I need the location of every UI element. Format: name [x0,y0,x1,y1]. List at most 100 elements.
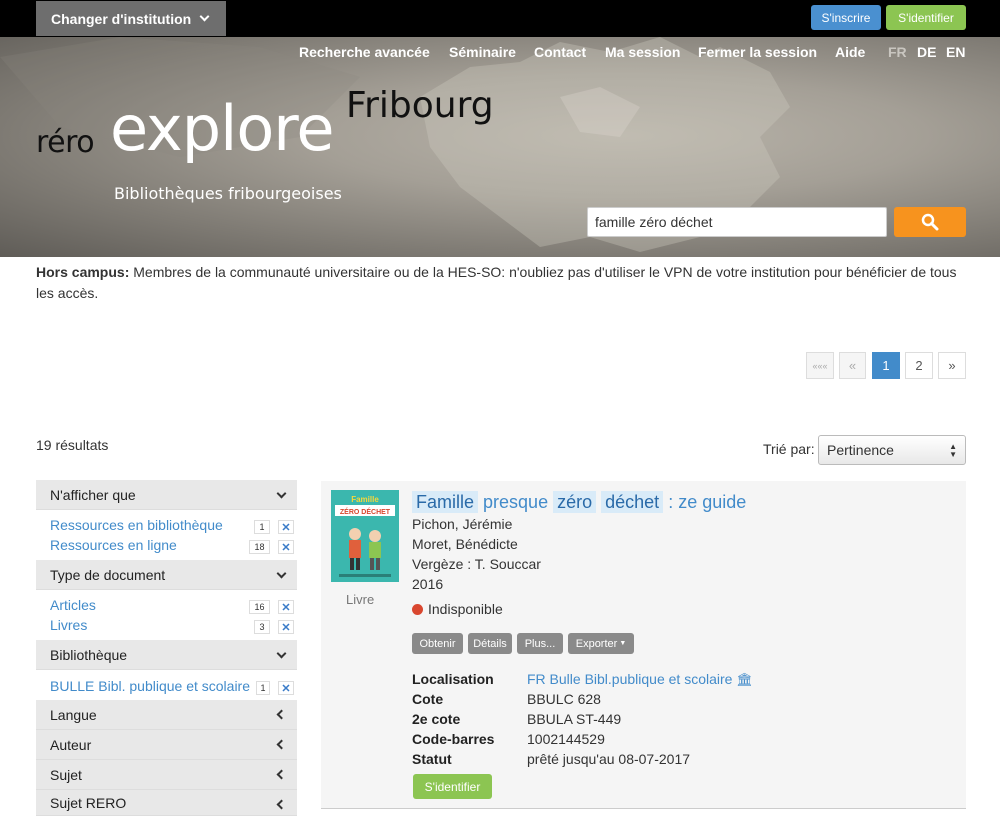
lang-fr[interactable]: FR [888,44,907,60]
facet-heading: Auteur [50,736,92,753]
facet-remove-icon[interactable]: ✕ [278,520,294,534]
logo-rero[interactable]: réro [36,125,95,160]
logo-city: Fribourg [346,85,494,126]
facet-remove-icon[interactable]: ✕ [278,540,294,554]
chevron-down-icon [276,648,287,659]
sort-value: Pertinence [827,442,894,458]
export-label: Exporter [575,637,618,650]
facet-rero-subject-header[interactable]: Sujet RERO [36,790,297,816]
facet-library-header[interactable]: Bibliothèque [36,640,297,670]
sort-label: Trié par: [763,441,815,457]
nav-seminar[interactable]: Séminaire [449,44,516,60]
export-button[interactable]: Exporter ▼ [568,633,634,654]
call-number-value: BBULC 628 [527,691,601,707]
book-cover-image: Famille ZÉRO DÉCHET [331,490,399,582]
signup-button[interactable]: S'inscrire [811,5,881,30]
search-input[interactable] [587,207,887,237]
second-call-number-value: BBULA ST-449 [527,711,622,727]
facet-item-library-resources[interactable]: Ressources en bibliothèque [50,517,223,533]
logo-explore[interactable]: explore [110,92,335,165]
facet-author-header[interactable]: Auteur [36,730,297,760]
chevron-down-icon [276,488,287,499]
pagination-prev[interactable]: « [839,352,866,379]
holding-login-button[interactable]: S'identifier [413,774,492,799]
book-cover[interactable]: Famille ZÉRO DÉCHET [331,490,399,582]
record-title[interactable]: Famille presque zéro déchet : ze guide [412,490,746,514]
location-link[interactable]: FR Bulle Bibl.publique et scolaire [527,671,732,687]
facet-count: 1 [254,520,270,534]
result-count: 19 résultats [36,437,109,453]
facet-show-only-header[interactable]: N'afficher que [36,480,297,510]
institution-icon[interactable]: 🏛 [736,672,753,687]
location-value[interactable]: FR Bulle Bibl.publique et scolaire 🏛 [527,671,753,688]
pagination-first[interactable]: ««« [806,352,834,379]
facet-language-header[interactable]: Langue [36,700,297,730]
second-call-number-label: 2e cote [412,711,461,727]
barcode-label: Code-barres [412,731,495,747]
lang-en[interactable]: EN [946,44,965,60]
chevron-down-icon [276,568,287,579]
lang-de[interactable]: DE [917,44,936,60]
sort-select[interactable]: Pertinence ▲ ▼ [818,435,966,465]
notice-text: Membres de la communauté universitaire o… [36,264,957,301]
facet-item-books[interactable]: Livres [50,617,87,633]
get-button[interactable]: Obtenir [412,633,463,654]
nav-logout[interactable]: Fermer la session [698,44,817,60]
change-institution-button[interactable]: Changer d'institution [36,1,226,36]
details-button[interactable]: Détails [468,633,512,654]
status-label: Statut [412,751,452,767]
document-type: Livre [346,592,375,607]
facet-count: 18 [249,540,270,554]
facet-heading: Bibliothèque [50,646,128,663]
nav-help[interactable]: Aide [835,44,865,60]
caret-down-icon: ▼ [619,640,627,647]
location-label: Localisation [412,671,494,687]
publisher: Vergèze : T. Souccar [412,556,541,572]
call-number-label: Cote [412,691,444,707]
pagination-page-1[interactable]: 1 [872,352,900,379]
chevron-left-icon [276,709,287,720]
author: Pichon, Jérémie [412,516,513,532]
facet-item-online-resources[interactable]: Ressources en ligne [50,537,177,553]
pagination-next[interactable]: » [938,352,966,379]
search-button[interactable] [894,207,966,237]
facet-subject-header[interactable]: Sujet [36,760,297,790]
facet-heading: Sujet [50,766,82,783]
title-word-highlight[interactable]: zéro [553,491,597,513]
barcode-value: 1002144529 [527,731,605,747]
nav-my-session[interactable]: Ma session [605,44,680,60]
off-campus-notice: Hors campus: Membres de la communauté un… [36,262,966,304]
more-button[interactable]: Plus... [517,633,563,654]
notice-label: Hors campus: [36,264,130,280]
title-word[interactable]: presque [483,492,548,512]
pagination-page-2[interactable]: 2 [905,352,933,379]
select-arrows-icon: ▲ ▼ [949,442,957,459]
facet-count: 16 [249,600,270,614]
facet-heading: Sujet RERO [50,794,127,811]
login-button[interactable]: S'identifier [886,5,966,30]
facet-count: 1 [256,681,270,695]
facet-heading: N'afficher que [50,486,136,503]
logo-subtitle: Bibliothèques fribourgeoises [114,184,342,203]
facet-count: 3 [254,620,270,634]
facet-remove-icon[interactable]: ✕ [278,620,294,634]
header-banner: Recherche avancée Séminaire Contact Ma s… [0,37,1000,257]
availability-status: Indisponible [428,601,503,617]
nav-advanced-search[interactable]: Recherche avancée [299,44,430,60]
title-word-highlight[interactable]: déchet [601,491,664,513]
facet-item-bulle-library[interactable]: BULLE Bibl. publique et scolaire [50,678,250,694]
facet-doc-type-header[interactable]: Type de document [36,560,297,590]
facet-item-articles[interactable]: Articles [50,597,96,613]
chevron-left-icon [276,799,287,810]
nav-contact[interactable]: Contact [534,44,586,60]
availability-status-icon [412,604,423,615]
title-word-highlight[interactable]: Famille [412,491,479,513]
title-word[interactable]: : ze guide [668,492,746,512]
facet-remove-icon[interactable]: ✕ [278,600,294,614]
status-value: prêté jusqu'au 08-07-2017 [527,751,691,767]
facet-heading: Type de document [50,566,166,583]
cover-title-1: Famille [351,495,379,504]
facet-remove-icon[interactable]: ✕ [278,681,294,695]
change-institution-label: Changer d'institution [51,10,192,27]
chevron-left-icon [276,769,287,780]
